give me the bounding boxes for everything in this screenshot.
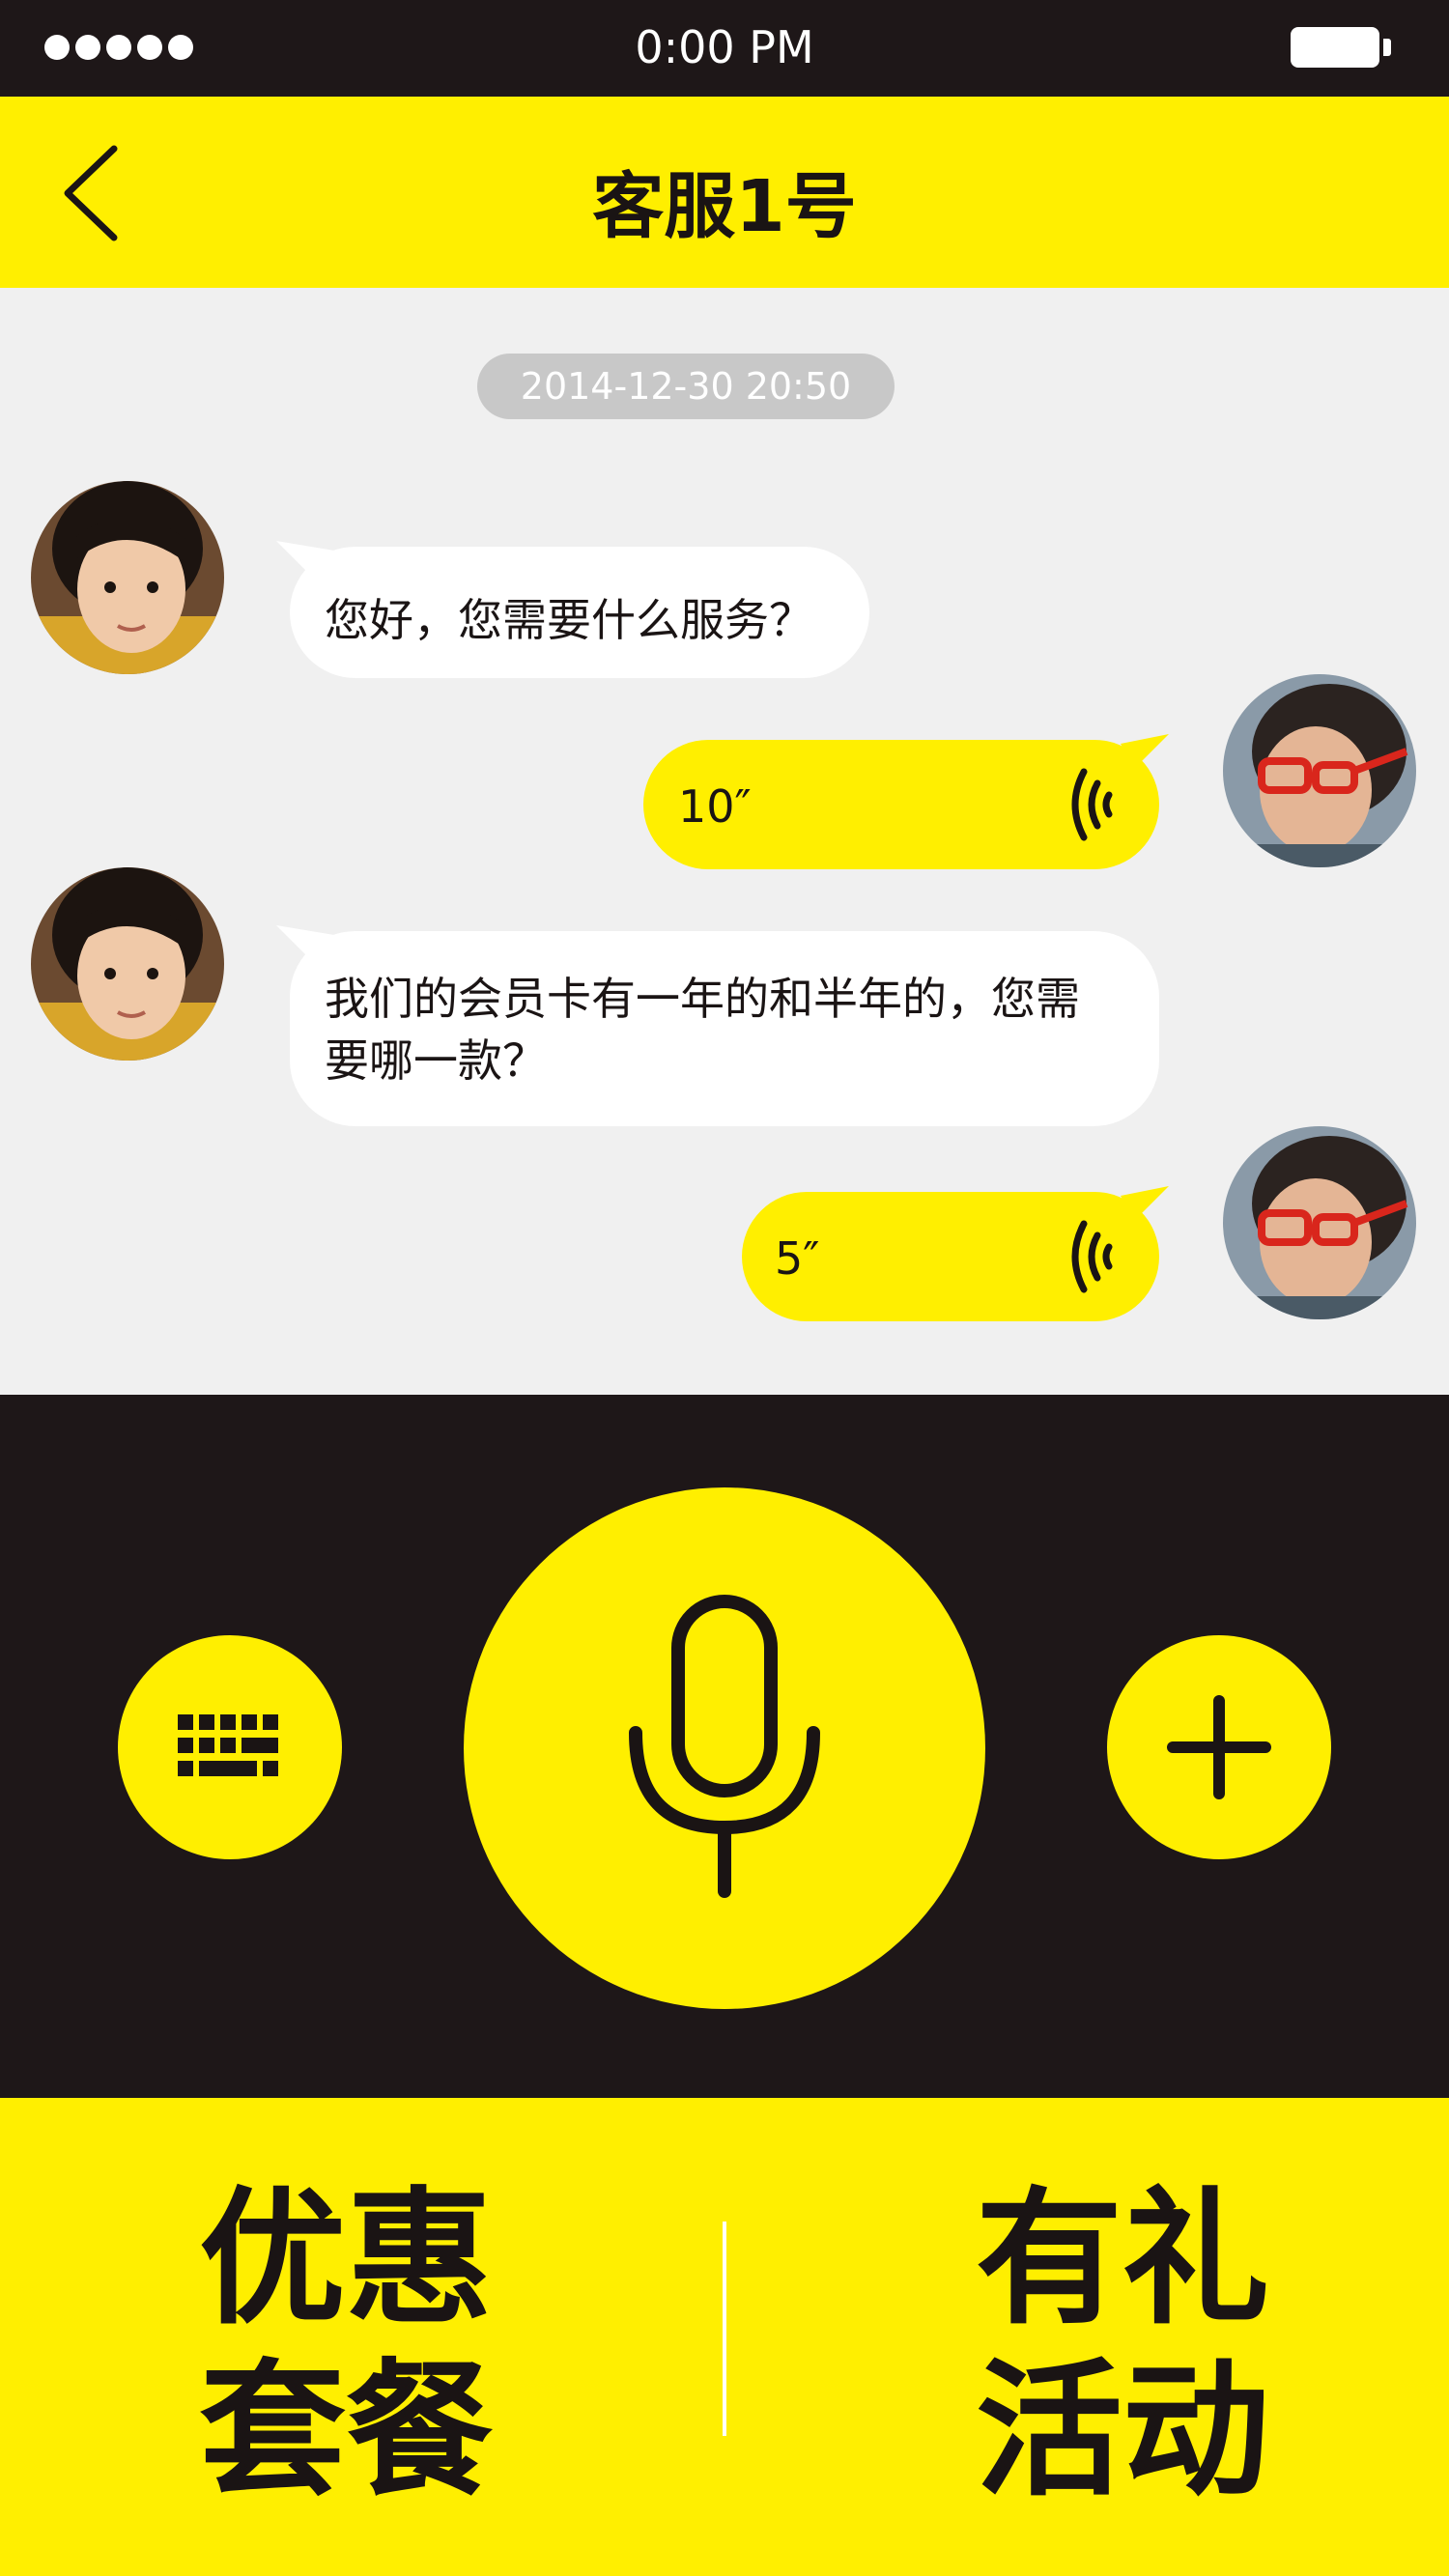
page-title: 客服1号 [592,165,857,248]
status-time: 0:00 PM [635,21,814,73]
message-text: 您好，您需要什么服务？ [325,594,813,646]
user-avatar[interactable] [1223,1126,1416,1319]
voice-message-bubble[interactable]: 10″ [643,740,1159,869]
message-bubble-received[interactable]: 我们的会员卡有一年的和半年的，您需要哪一款？ [290,931,1159,1126]
menu-label-line: 有礼 [976,2173,1269,2344]
menu-divider [723,2222,726,2436]
nav-bar: 客服1号 [0,97,1449,288]
menu-label-line: 套餐 [199,2345,493,2516]
menu-label-line: 优惠 [199,2173,493,2344]
battery-icon [1291,27,1391,68]
plus-icon [1167,1695,1271,1799]
menu-discount-package[interactable]: 优惠 套餐 [199,2173,547,2517]
message-bubble-received[interactable]: 您好，您需要什么服务？ [290,547,869,678]
message-text: 我们的会员卡有一年的和半年的，您需要哪一款？ [325,973,1080,1087]
agent-avatar[interactable] [31,481,224,674]
voice-message-bubble[interactable]: 5″ [742,1192,1159,1321]
chat-area[interactable]: 2014-12-30 20:50 您好，您需要什么服务？ 10″ 我们的会员卡有… [0,288,1449,1395]
voice-wave-icon [1071,1220,1113,1293]
voice-duration: 5″ [775,1232,820,1285]
user-avatar[interactable] [1223,674,1416,867]
bottom-menu: 优惠 套餐 有礼 活动 [0,2098,1449,2576]
chat-timestamp: 2014-12-30 20:50 [477,354,895,419]
menu-gift-activity[interactable]: 有礼 活动 [976,2173,1323,2517]
voice-record-button[interactable] [464,1487,985,2009]
more-options-button[interactable] [1107,1635,1331,1859]
microphone-icon [629,1595,820,1898]
menu-label-line: 活动 [976,2345,1269,2516]
agent-avatar[interactable] [31,867,224,1061]
voice-duration: 10″ [678,780,752,833]
keyboard-icon [178,1714,278,1776]
input-control-panel [0,1395,1449,2098]
status-bar: 0:00 PM [0,0,1449,97]
voice-wave-icon [1071,768,1113,841]
keyboard-button[interactable] [118,1635,342,1859]
